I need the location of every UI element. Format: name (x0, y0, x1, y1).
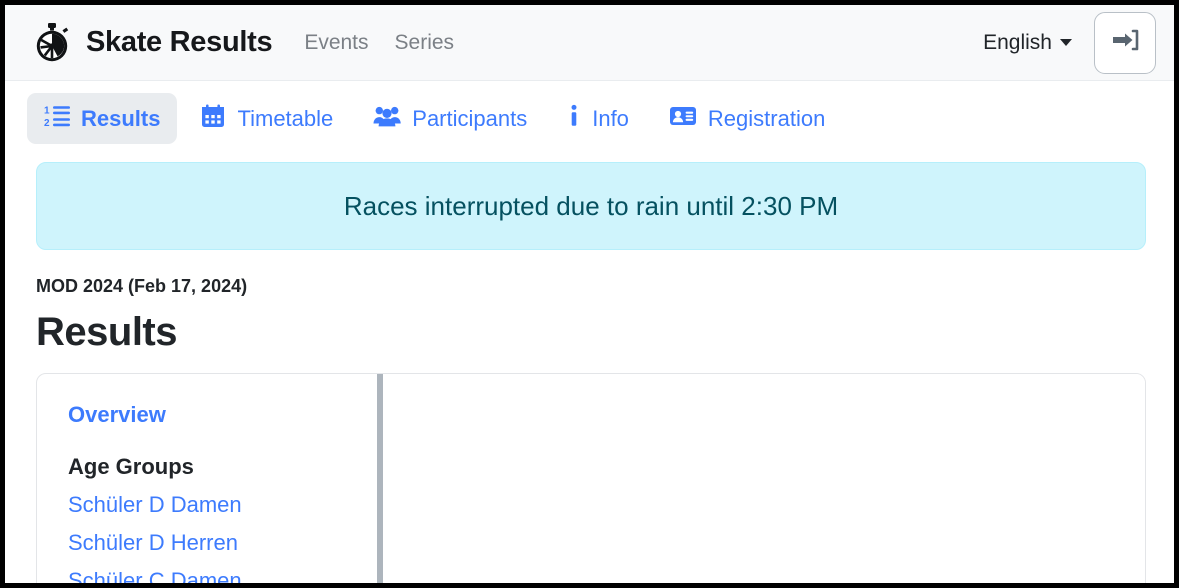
app-window: Skate Results Events Series English 1 2 … (5, 5, 1174, 583)
id-card-icon (669, 103, 697, 134)
login-button[interactable] (1094, 11, 1156, 74)
info-icon (567, 103, 581, 134)
tab-participants-label: Participants (412, 105, 528, 131)
brand-logo-link[interactable]: Skate Results (31, 22, 273, 64)
sidebar-item-schueler-d-herren[interactable]: Schüler D Herren (68, 530, 377, 556)
nav-link-series[interactable]: Series (395, 31, 455, 55)
status-alert-banner: Races interrupted due to rain until 2:30… (36, 162, 1146, 250)
sidebar-item-overview[interactable]: Overview (68, 402, 377, 428)
alert-message: Races interrupted due to rain until 2:30… (343, 190, 839, 221)
chevron-down-icon (1060, 39, 1072, 46)
tab-timetable-label: Timetable (237, 105, 334, 131)
navbar-right: English (983, 11, 1156, 74)
tab-timetable[interactable]: Timetable (183, 93, 350, 144)
sidebar-item-schueler-d-damen[interactable]: Schüler D Damen (68, 492, 377, 518)
page-content: MOD 2024 (Feb 17, 2024) Results Overview… (5, 276, 1174, 583)
event-name-and-date: MOD 2024 (Feb 17, 2024) (36, 276, 248, 296)
stopwatch-icon (31, 22, 73, 64)
tab-participants[interactable]: Participants (356, 93, 544, 144)
nav-link-events[interactable]: Events (304, 31, 368, 55)
sidebar-heading-age-groups: Age Groups (68, 454, 194, 479)
brand-name: Skate Results (86, 26, 273, 58)
top-navbar: Skate Results Events Series English (5, 5, 1174, 81)
language-dropdown[interactable]: English (983, 31, 1072, 55)
tab-info-label: Info (592, 105, 629, 131)
sidebar-item-schueler-c-damen[interactable]: Schüler C Damen (68, 568, 377, 583)
language-label: English (983, 30, 1052, 54)
login-icon (1111, 26, 1139, 59)
page-title: Results (36, 310, 178, 354)
tab-info[interactable]: Info (550, 93, 646, 144)
results-detail-pane (383, 374, 1145, 583)
section-tabs: 1 2 Results Timetable Participants Info … (5, 81, 1174, 154)
primary-nav: Events Series (304, 31, 454, 55)
people-group-icon (373, 103, 401, 134)
tab-registration-label: Registration (707, 105, 826, 131)
svg-text:1: 1 (44, 106, 50, 117)
numbered-list-icon: 1 2 (44, 103, 70, 134)
calendar-icon (200, 103, 226, 134)
tab-results-label: Results (81, 105, 161, 131)
tab-registration[interactable]: Registration (652, 93, 842, 144)
results-sidebar: Overview Age Groups Schüler D Damen Schü… (37, 374, 377, 583)
svg-text:2: 2 (44, 118, 50, 129)
results-card: Overview Age Groups Schüler D Damen Schü… (36, 373, 1146, 583)
tab-results[interactable]: 1 2 Results (27, 93, 178, 144)
